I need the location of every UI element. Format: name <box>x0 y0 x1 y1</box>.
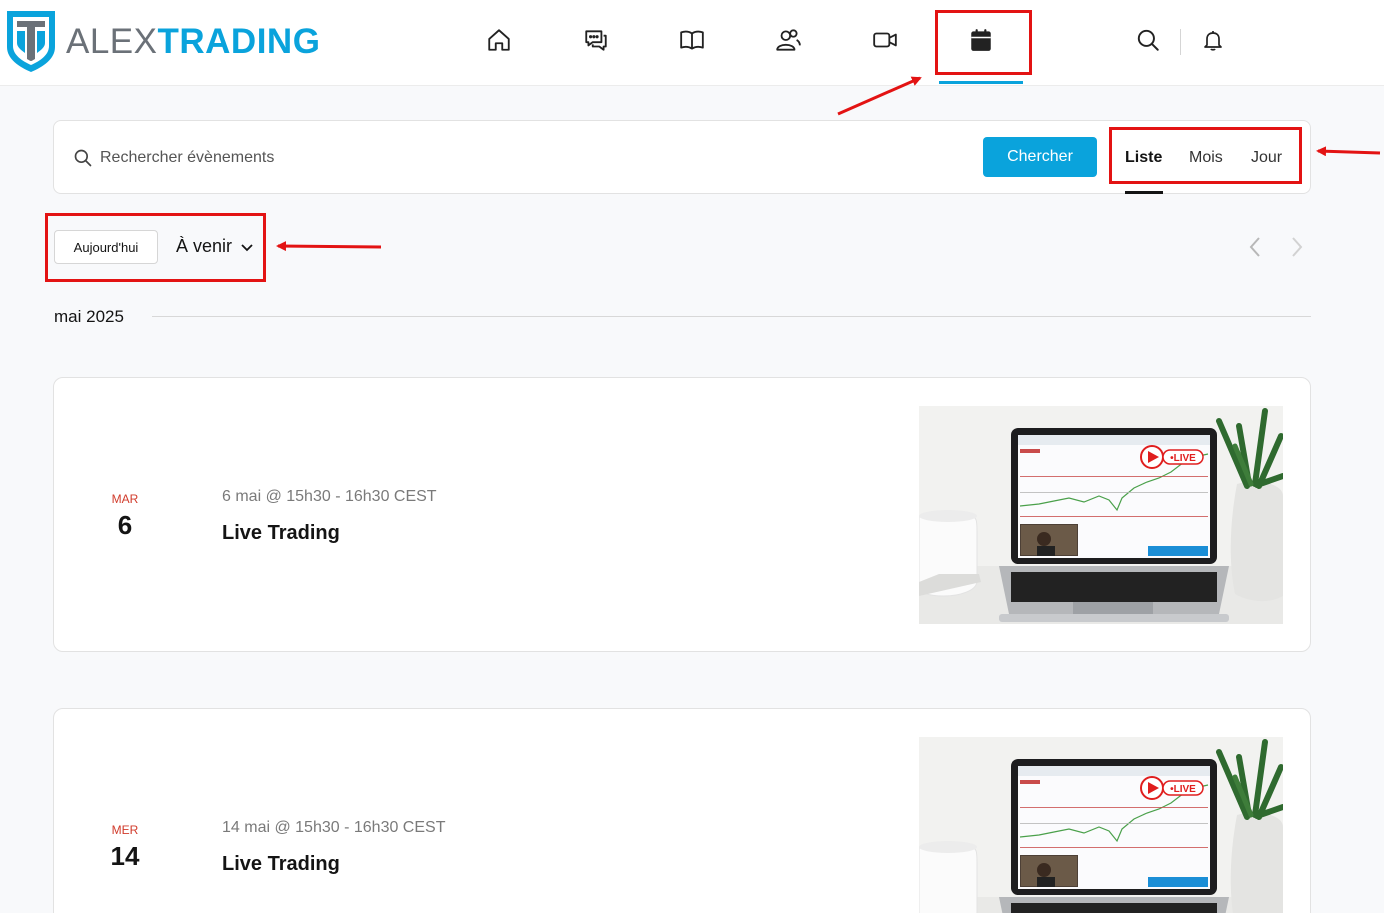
event-datetime: 14 mai @ 15h30 - 16h30 CEST <box>222 819 446 836</box>
video-icon[interactable] <box>870 25 900 55</box>
month-label: mai 2025 <box>54 307 124 326</box>
event-title-link[interactable]: Live Trading <box>222 853 340 876</box>
event-search-bar: Chercher Liste Mois Jour <box>53 120 1311 194</box>
live-badge-text: •LIVE <box>1170 453 1196 464</box>
search-icon[interactable] <box>1133 25 1163 55</box>
range-dropdown-label: À venir <box>176 236 233 256</box>
active-nav-indicator <box>939 81 1023 84</box>
bell-icon[interactable] <box>1198 25 1228 55</box>
event-card: MER 14 14 mai @ 15h30 - 16h30 CEST Live … <box>53 708 1311 913</box>
tab-mois[interactable]: Mois <box>1189 149 1223 167</box>
event-thumbnail[interactable]: •LIVE <box>919 737 1283 913</box>
home-icon[interactable] <box>484 25 514 55</box>
book-icon[interactable] <box>677 25 707 55</box>
prev-arrow-icon[interactable] <box>1243 234 1267 260</box>
event-day-number: 14 <box>110 841 140 871</box>
month-divider <box>152 316 1311 317</box>
event-day-abbr: MAR <box>111 492 139 506</box>
event-datetime: 6 mai @ 15h30 - 16h30 CEST <box>222 488 437 505</box>
logo-trading: TRADING <box>157 21 321 61</box>
live-badge-text: •LIVE <box>1170 784 1196 795</box>
event-thumbnail[interactable]: •LIVE <box>919 406 1283 624</box>
logo[interactable]: ALEXTRADING <box>5 9 320 73</box>
tab-jour[interactable]: Jour <box>1251 149 1282 167</box>
tab-liste[interactable]: Liste <box>1125 149 1162 167</box>
next-arrow-icon[interactable] <box>1285 234 1309 260</box>
logo-alex: ALEX <box>66 21 158 61</box>
top-header: ALEXTRADING <box>0 0 1384 86</box>
logo-text: ALEXTRADING <box>66 24 320 59</box>
users-icon[interactable] <box>773 25 803 55</box>
search-field-icon <box>74 149 92 167</box>
calendar-icon[interactable] <box>966 25 996 55</box>
annotation-arrow-controls <box>276 241 382 252</box>
range-dropdown[interactable]: À venir <box>176 236 254 257</box>
annotation-arrow-tabs <box>1316 146 1381 157</box>
chevron-down-icon <box>241 243 253 251</box>
event-card: MAR 6 6 mai @ 15h30 - 16h30 CEST Live Tr… <box>53 377 1311 652</box>
header-divider <box>1180 29 1181 55</box>
event-title-link[interactable]: Live Trading <box>222 522 340 545</box>
today-button[interactable]: Aujourd'hui <box>54 230 158 264</box>
search-button[interactable]: Chercher <box>983 137 1097 177</box>
search-events-input[interactable] <box>100 145 700 171</box>
event-day-number: 6 <box>117 510 133 540</box>
chat-icon[interactable] <box>581 25 611 55</box>
event-day-abbr: MER <box>111 823 139 837</box>
shield-logo-icon <box>7 11 55 72</box>
active-tab-indicator <box>1125 191 1163 194</box>
